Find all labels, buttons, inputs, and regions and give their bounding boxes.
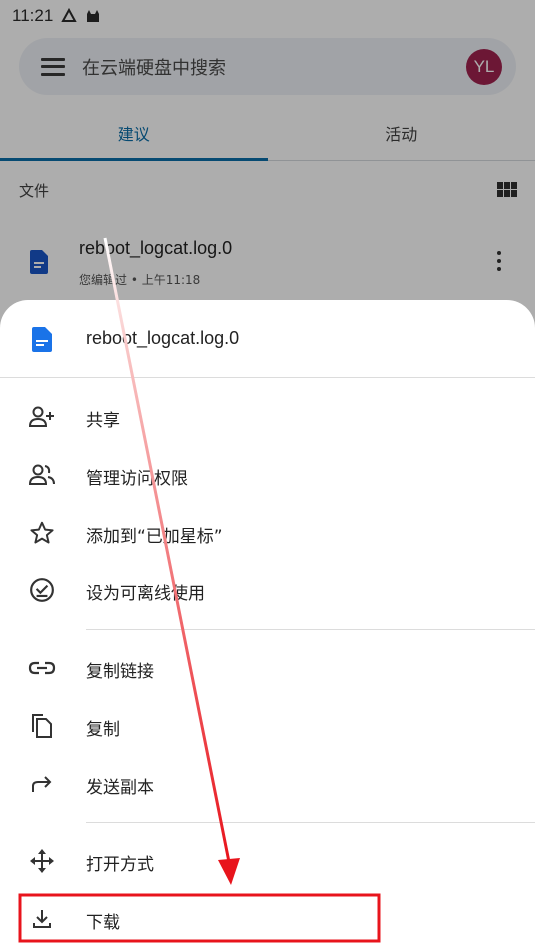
menu-item-label: 添加到“已加星标”: [86, 527, 223, 547]
copy-icon: [28, 712, 56, 740]
menu-item-add-star[interactable]: 添加到“已加星标”: [0, 505, 535, 561]
menu-item-label: 复制链接: [86, 662, 154, 682]
menu-item-label: 发送副本: [86, 778, 154, 798]
file-actions-sheet: reboot_logcat.log.0 共享 管理访问权限 添加到“已加星标” …: [0, 300, 535, 949]
menu-divider: [86, 629, 535, 630]
menu-divider: [86, 822, 535, 823]
menu-item-download[interactable]: 下载: [0, 891, 535, 947]
star-icon: [28, 519, 56, 547]
link-icon: [28, 654, 56, 682]
people-icon: [28, 461, 56, 489]
menu-item-label: 复制: [86, 720, 120, 740]
menu-item-label: 下载: [86, 913, 120, 933]
menu-item-open-with[interactable]: 打开方式: [0, 833, 535, 889]
menu-item-label: 设为可离线使用: [86, 584, 205, 604]
document-icon: [32, 327, 52, 352]
menu-item-copy[interactable]: 复制: [0, 698, 535, 754]
menu-item-manage-access[interactable]: 管理访问权限: [0, 447, 535, 503]
menu-item-send-copy[interactable]: 发送副本: [0, 756, 535, 812]
share-arrow-icon: [28, 770, 56, 798]
menu-item-label: 共享: [86, 411, 120, 431]
person-add-icon: [28, 403, 56, 431]
sheet-header: reboot_logcat.log.0: [0, 300, 535, 378]
sheet-file-title: reboot_logcat.log.0: [86, 328, 240, 348]
menu-item-offline[interactable]: 设为可离线使用: [0, 562, 535, 618]
menu-item-label: 打开方式: [86, 855, 154, 875]
offline-icon: [28, 576, 56, 604]
menu-item-copy-link[interactable]: 复制链接: [0, 640, 535, 696]
menu-item-label: 管理访问权限: [86, 469, 188, 489]
menu-item-share[interactable]: 共享: [0, 389, 535, 445]
download-icon: [28, 905, 56, 933]
open-with-icon: [28, 847, 56, 875]
